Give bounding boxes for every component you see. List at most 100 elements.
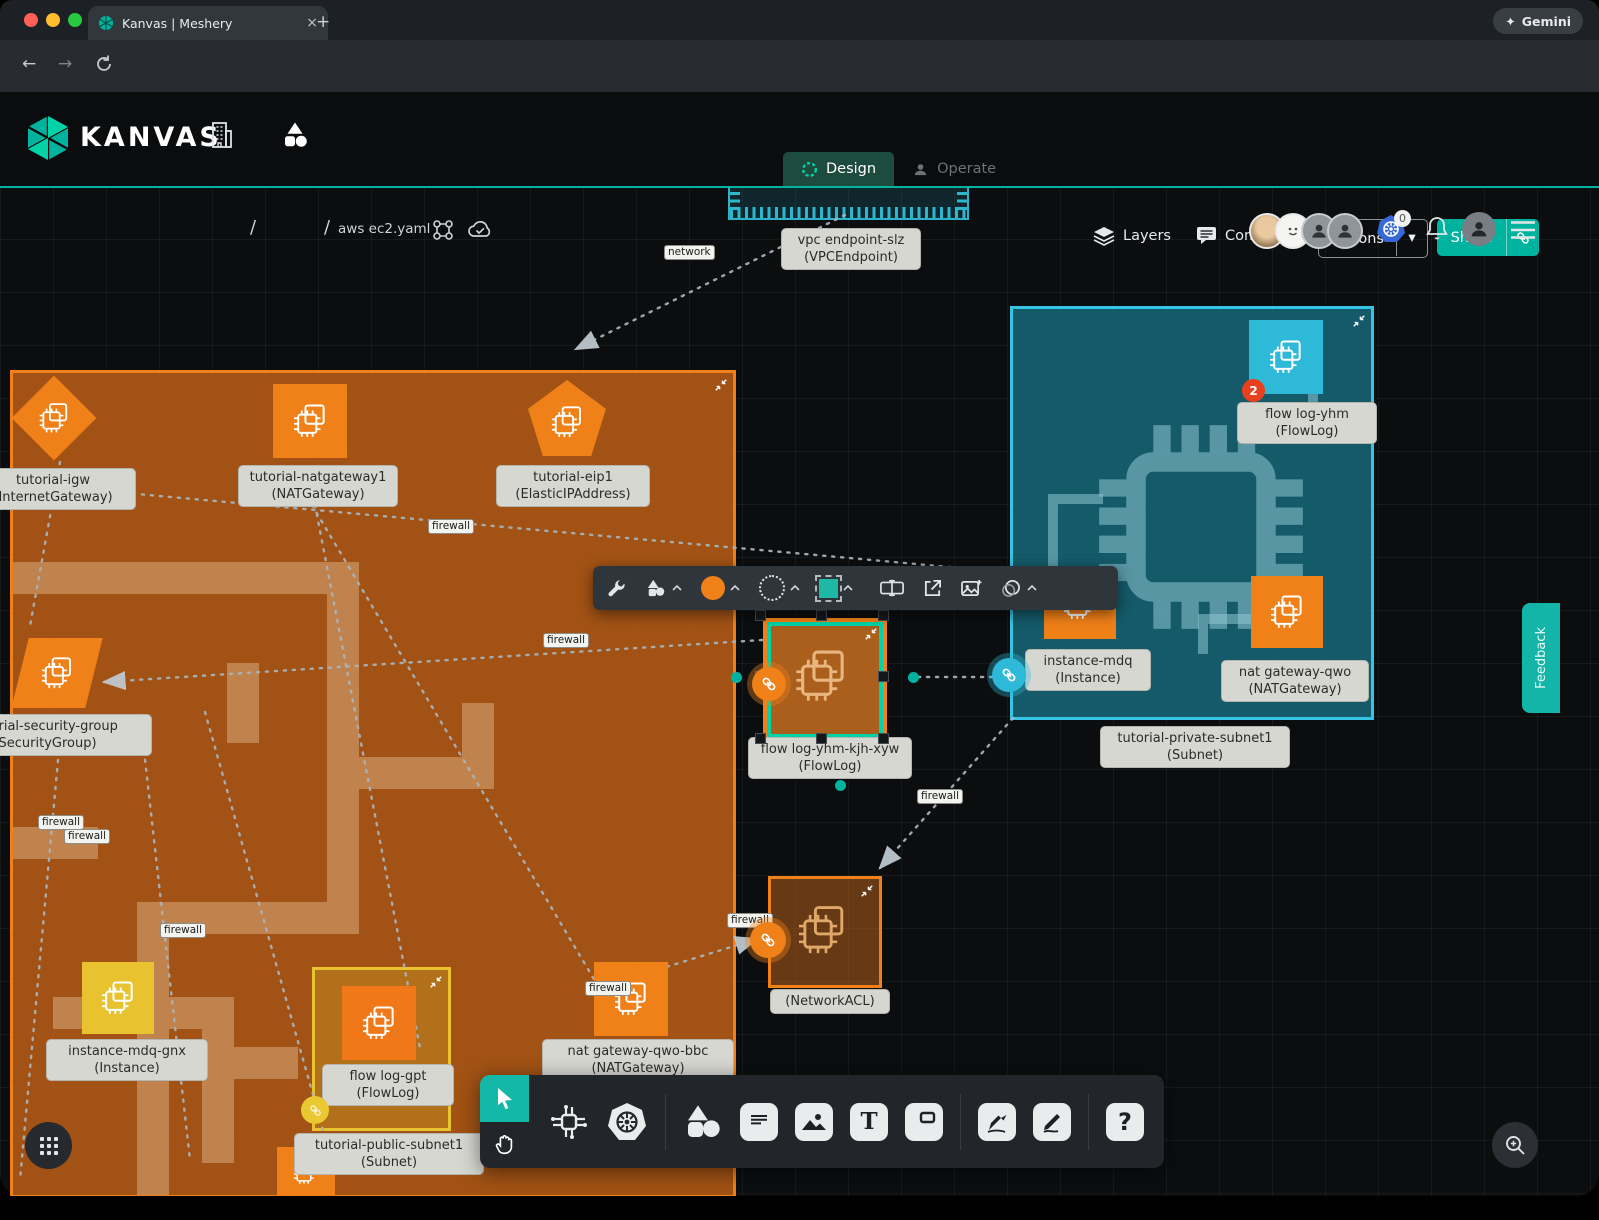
security-group-label[interactable]: tutorial-security-group (SecurityGroup) bbox=[0, 714, 152, 756]
pan-tool-button[interactable] bbox=[480, 1122, 529, 1168]
shape-swatch-button[interactable] bbox=[819, 579, 853, 598]
guide-dot bbox=[835, 780, 846, 791]
logo-text: KANVAS bbox=[80, 122, 222, 153]
tool-dock: T ? bbox=[480, 1075, 1164, 1168]
design-pattern-icon[interactable] bbox=[432, 219, 454, 241]
chevron-up-icon bbox=[730, 585, 740, 591]
edge-label-network: network bbox=[664, 245, 715, 260]
workspace-shapes-icon[interactable] bbox=[280, 120, 310, 150]
file-name[interactable]: aws ec2.yaml bbox=[338, 221, 430, 237]
edge-label-firewall: firewall bbox=[543, 633, 589, 648]
collapse-icon[interactable] bbox=[860, 884, 874, 898]
smiley-icon bbox=[1284, 222, 1302, 240]
collaborator-avatar-4[interactable] bbox=[1327, 213, 1363, 249]
pen-tool-button[interactable] bbox=[978, 1103, 1016, 1141]
node-flowlog-gpt[interactable] bbox=[342, 986, 416, 1060]
shapes-tool-button[interactable] bbox=[645, 578, 682, 598]
chevron-up-icon bbox=[790, 585, 800, 591]
zoom-search-button[interactable] bbox=[1492, 1122, 1538, 1168]
organization-icon[interactable] bbox=[208, 120, 234, 150]
apps-grid-button[interactable] bbox=[25, 1122, 72, 1169]
comment-icon bbox=[746, 1110, 772, 1134]
comment-tool-button[interactable] bbox=[740, 1103, 778, 1141]
public-subnet-label[interactable]: tutorial-public-subnet1 (Subnet) bbox=[294, 1133, 484, 1175]
flowlog-gpt-label[interactable]: flow log-gpt (FlowLog) bbox=[322, 1064, 454, 1106]
guide-dot bbox=[908, 672, 919, 683]
kanvas-logo[interactable] bbox=[26, 114, 70, 162]
help-button[interactable]: ? bbox=[1106, 1103, 1144, 1141]
vpc-endpoint-label[interactable]: vpc endpoint-slz (VPCEndpoint) bbox=[781, 228, 921, 270]
configure-tool-button[interactable] bbox=[607, 579, 626, 598]
feedback-tab[interactable]: Feedback bbox=[1522, 603, 1560, 713]
chip-icon bbox=[1266, 337, 1306, 377]
edge-label-firewall: firewall bbox=[917, 789, 963, 804]
browser-tab[interactable]: Kanvas | Meshery × bbox=[88, 6, 328, 40]
node-networkacl[interactable] bbox=[768, 876, 882, 988]
layers-button[interactable]: Layers bbox=[1093, 226, 1171, 246]
instance-mdq-gnx-label[interactable]: instance-mdq-gnx (Instance) bbox=[46, 1039, 208, 1081]
collapse-icon[interactable] bbox=[864, 627, 878, 641]
add-image-button[interactable] bbox=[961, 579, 982, 598]
meshmap-tool-icon[interactable] bbox=[549, 1102, 589, 1142]
wrench-icon bbox=[607, 579, 626, 598]
cursor-icon bbox=[494, 1087, 516, 1111]
node-natgateway-qwo-bbc[interactable] bbox=[594, 962, 668, 1036]
new-tab-button[interactable]: + bbox=[316, 12, 330, 32]
window-zoom-button[interactable] bbox=[68, 13, 82, 27]
reload-icon[interactable] bbox=[94, 54, 114, 74]
gemini-button[interactable]: ✦ Gemini bbox=[1493, 8, 1583, 34]
edge-link-badge[interactable] bbox=[301, 1096, 329, 1124]
edge-label-firewall: firewall bbox=[585, 981, 631, 996]
user-avatar[interactable] bbox=[1462, 212, 1496, 246]
dock-divider bbox=[665, 1094, 666, 1150]
grid-icon bbox=[39, 1136, 59, 1156]
node-instance-mdq-gnx[interactable] bbox=[82, 962, 154, 1034]
flowlog-yhm-label[interactable]: flow log-yhm (FlowLog) bbox=[1237, 402, 1377, 444]
fill-color-button[interactable] bbox=[701, 576, 740, 600]
text-tool-button[interactable]: T bbox=[850, 1103, 888, 1141]
tab-design[interactable]: Design bbox=[783, 152, 894, 186]
kubernetes-tool-icon[interactable] bbox=[606, 1101, 648, 1143]
link-icon bbox=[1000, 666, 1018, 684]
natgateway-qwo-label[interactable]: nat gateway-qwo (NATGateway) bbox=[1221, 660, 1369, 702]
app-menu-icon[interactable] bbox=[1510, 220, 1536, 240]
node-natgateway-qwo[interactable] bbox=[1251, 576, 1323, 648]
window-minimize-button[interactable] bbox=[46, 13, 60, 27]
edge-link-badge[interactable] bbox=[752, 667, 786, 701]
edge-link-badge[interactable] bbox=[750, 922, 786, 958]
image-tool-button[interactable] bbox=[795, 1103, 833, 1141]
node-natgateway1[interactable] bbox=[273, 384, 347, 458]
border-style-button[interactable] bbox=[759, 575, 800, 601]
design-canvas[interactable]: (RouteTable) vpc endpoint-slz (VPCEndpoi… bbox=[0, 186, 1599, 1196]
shapes-tool-icon[interactable] bbox=[683, 1103, 723, 1141]
browser-titlebar: Kanvas | Meshery × + ✦ Gemini bbox=[0, 0, 1599, 40]
chip-icon bbox=[548, 403, 586, 441]
tab-operate[interactable]: Operate bbox=[894, 152, 1014, 186]
chip-icon bbox=[793, 901, 851, 959]
design-mode-icon bbox=[801, 161, 818, 178]
window-close-button[interactable] bbox=[24, 13, 38, 27]
igw-label[interactable]: tutorial-igw (InternetGateway) bbox=[0, 468, 136, 510]
networkacl-label[interactable]: (NetworkACL) bbox=[770, 989, 890, 1014]
dock-divider bbox=[960, 1094, 961, 1150]
edge-link-badge[interactable] bbox=[992, 658, 1026, 692]
frame-tool-button[interactable] bbox=[905, 1103, 943, 1141]
help-glyph: ? bbox=[1118, 1108, 1132, 1136]
selected-shape-swatch bbox=[819, 579, 838, 598]
tab-title: Kanvas | Meshery bbox=[122, 16, 298, 31]
instance-mdq-label[interactable]: instance-mdq (Instance) bbox=[1025, 649, 1151, 691]
window-bottom-edge bbox=[0, 1196, 1599, 1220]
natgateway1-label[interactable]: tutorial-natgateway1 (NATGateway) bbox=[238, 465, 398, 507]
select-tool-button[interactable] bbox=[480, 1075, 529, 1122]
cloud-sync-icon[interactable] bbox=[466, 218, 494, 242]
back-icon[interactable]: ← bbox=[22, 54, 36, 74]
eip1-label[interactable]: tutorial-eip1 (ElasticIPAddress) bbox=[496, 465, 650, 507]
open-in-new-button[interactable] bbox=[923, 579, 942, 598]
forward-icon[interactable]: → bbox=[58, 54, 72, 74]
lens-tool-button[interactable] bbox=[1001, 579, 1037, 598]
notifications-bell-icon[interactable] bbox=[1425, 216, 1449, 242]
private-subnet-label[interactable]: tutorial-private-subnet1 (Subnet) bbox=[1100, 726, 1290, 768]
kubernetes-context-icon[interactable]: 0 bbox=[1376, 214, 1406, 244]
rename-tool-button[interactable] bbox=[880, 579, 904, 597]
pencil-tool-button[interactable] bbox=[1033, 1103, 1071, 1141]
